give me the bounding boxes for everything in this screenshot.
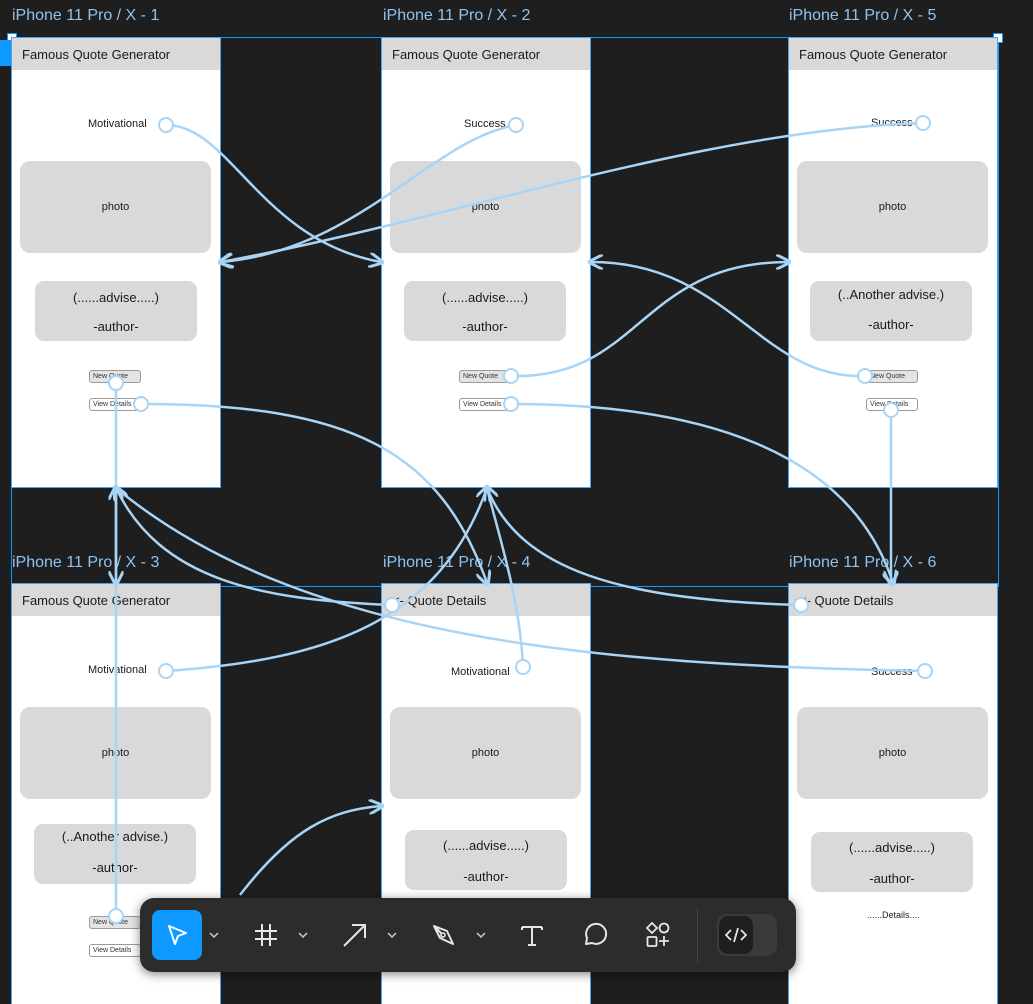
arrow-icon — [343, 924, 366, 947]
photo-placeholder: photo — [797, 161, 988, 253]
frame-header: Famous Quote Generator — [789, 38, 997, 70]
code-brackets-icon — [724, 927, 748, 943]
dev-mode-toggle[interactable] — [717, 914, 777, 956]
quote-author: -author- — [92, 860, 138, 875]
arrow-tool-dropdown[interactable] — [384, 926, 400, 944]
chevron-down-icon — [387, 932, 397, 939]
frame-header: Famous Quote Generator — [12, 38, 220, 70]
app-title: Famous Quote Generator — [392, 47, 541, 62]
frame-header: <- Quote Details — [382, 584, 590, 616]
quote-author: -author- — [869, 871, 915, 886]
new-quote-button[interactable]: New Quote — [89, 916, 141, 929]
photo-placeholder: photo — [797, 707, 988, 799]
view-details-button[interactable]: View Details — [89, 398, 141, 411]
frame-label-x2[interactable]: iPhone 11 Pro / X - 2 — [383, 7, 530, 25]
move-tool-button[interactable] — [152, 910, 202, 960]
chevron-down-icon — [298, 932, 308, 939]
pen-tool-button[interactable] — [422, 910, 466, 960]
quote-author: -author- — [463, 869, 509, 884]
view-details-button[interactable]: View Details — [866, 398, 918, 411]
photo-placeholder: photo — [20, 707, 211, 799]
frame-x6[interactable]: <- Quote Details Success photo (......ad… — [788, 583, 998, 1004]
frame-tool-dropdown[interactable] — [295, 926, 311, 944]
frame-header: Famous Quote Generator — [382, 38, 590, 70]
quote-text: (......advise.....) — [442, 290, 528, 305]
quote-card: (......advise.....) -author- — [35, 281, 197, 341]
category-label[interactable]: Motivational — [88, 118, 147, 130]
text-tool-button[interactable] — [510, 910, 554, 960]
quote-author: -author- — [868, 317, 914, 332]
frame-label-x3[interactable]: iPhone 11 Pro / X - 3 — [12, 554, 159, 572]
comment-bubble-icon — [585, 922, 608, 945]
view-details-button[interactable]: View Details — [459, 398, 511, 411]
frame-label-x6[interactable]: iPhone 11 Pro / X - 6 — [789, 554, 936, 572]
toolbar-divider — [697, 908, 698, 962]
comment-tool-button[interactable] — [573, 910, 617, 960]
hash-frame-icon — [255, 924, 277, 946]
details-title: <- Quote Details — [799, 593, 894, 608]
quote-author: -author- — [93, 319, 139, 334]
text-icon — [521, 926, 543, 946]
dev-mode-knob — [719, 916, 753, 954]
pen-icon — [433, 925, 454, 945]
quote-card: (......advise.....) -author- — [404, 281, 566, 341]
photo-placeholder: photo — [20, 161, 211, 253]
app-title: Famous Quote Generator — [22, 47, 171, 62]
quote-text: (......advise.....) — [849, 840, 935, 855]
details-title: <- Quote Details — [392, 593, 487, 608]
quote-card: (..Another advise.) -author- — [810, 281, 972, 341]
quote-card: (..Another advise.) -author- — [34, 824, 196, 884]
frame-header: Famous Quote Generator — [12, 584, 220, 616]
quote-card: (......advise.....) -author- — [405, 830, 567, 890]
components-icon — [645, 921, 670, 947]
category-label[interactable]: Success — [871, 666, 913, 678]
frame-label-x5[interactable]: iPhone 11 Pro / X - 5 — [789, 7, 936, 25]
quote-text: (......advise.....) — [443, 838, 529, 853]
app-title: Famous Quote Generator — [22, 593, 171, 608]
chevron-down-icon — [476, 932, 486, 939]
move-tool-dropdown[interactable] — [206, 926, 222, 944]
new-quote-button[interactable]: New Quote — [89, 370, 141, 383]
app-title: Famous Quote Generator — [799, 47, 948, 62]
category-label[interactable]: Success — [464, 118, 506, 130]
photo-placeholder: photo — [390, 161, 581, 253]
quote-text: (..Another advise.) — [61, 829, 169, 844]
quote-text: (......advise.....) — [73, 290, 159, 305]
bottom-toolbar — [140, 898, 796, 972]
frame-label-x4[interactable]: iPhone 11 Pro / X - 4 — [383, 554, 530, 572]
cursor-arrow-icon — [168, 925, 187, 945]
chevron-down-icon — [209, 932, 219, 939]
quote-text: (..Another advise.) — [837, 287, 945, 302]
resources-tool-button[interactable] — [636, 910, 680, 960]
frame-header: <- Quote Details — [789, 584, 997, 616]
photo-placeholder: photo — [390, 707, 581, 799]
layer-indicator — [0, 40, 12, 66]
quote-author: -author- — [462, 319, 508, 334]
arrow-tool-button[interactable] — [333, 910, 377, 960]
frame-x1[interactable]: Famous Quote Generator Motivational phot… — [11, 37, 221, 488]
wire-x3-to-x4[interactable] — [239, 806, 381, 896]
frame-label-x1[interactable]: iPhone 11 Pro / X - 1 — [12, 7, 159, 25]
view-details-button[interactable]: View Details — [89, 944, 141, 957]
new-quote-button[interactable]: New Quote — [459, 370, 511, 383]
frame-tool-button[interactable] — [244, 910, 288, 960]
pen-tool-dropdown[interactable] — [473, 926, 489, 944]
quote-card: (......advise.....) -author- — [811, 832, 973, 892]
frame-x2[interactable]: Famous Quote Generator Success photo (..… — [381, 37, 591, 488]
new-quote-button[interactable]: New Quote — [866, 370, 918, 383]
category-label[interactable]: Motivational — [451, 666, 510, 678]
details-text: ......Details.... — [867, 910, 920, 920]
frame-x5[interactable]: Famous Quote Generator Success photo (..… — [788, 37, 998, 488]
category-label[interactable]: Success — [871, 117, 913, 129]
category-label[interactable]: Motivational — [88, 664, 147, 676]
